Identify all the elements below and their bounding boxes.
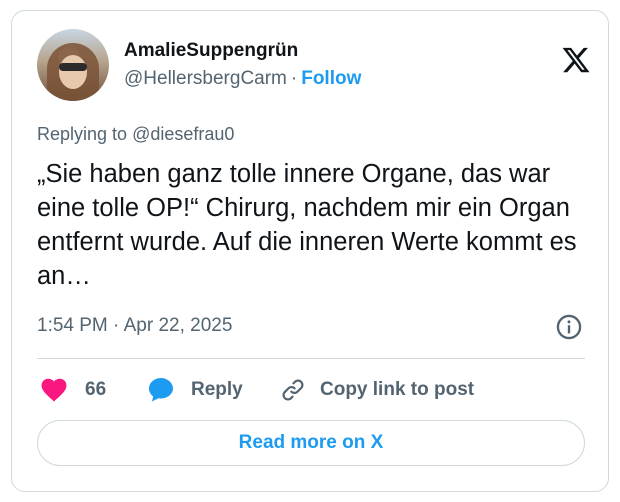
heart-icon (41, 378, 67, 402)
avatar[interactable] (37, 29, 109, 101)
author-display-name[interactable]: AmalieSuppengrün (124, 40, 298, 62)
read-more-button[interactable]: Read more on X (37, 420, 585, 466)
x-logo-icon[interactable] (560, 45, 592, 75)
author-handle[interactable]: @HellersbergCarm (124, 68, 287, 89)
like-count: 66 (85, 379, 107, 400)
reply-button[interactable]: Reply (147, 375, 243, 405)
reply-label: Reply (191, 379, 243, 400)
link-icon (282, 379, 304, 401)
post-text: „Sie haben ganz tolle innere Organe, das… (37, 160, 577, 290)
action-bar: 66 Reply Copy link to post (37, 375, 585, 405)
follow-button[interactable]: Follow (301, 68, 361, 89)
avatar-face (59, 55, 87, 89)
like-button[interactable]: 66 (41, 375, 106, 405)
post-timestamp[interactable]: 1:54 PM · Apr 22, 2025 (37, 315, 232, 337)
avatar-sunglasses (59, 63, 87, 71)
copy-link-label: Copy link to post (320, 379, 475, 400)
handle-separator: · (290, 68, 298, 89)
reply-context-mention[interactable]: @diesefrau0 (132, 124, 234, 144)
info-icon[interactable] (555, 313, 583, 341)
embedded-post-card: AmalieSuppengrün @HellersbergCarm · Follow… (11, 10, 609, 492)
reply-context: Replying to @diesefrau0 (37, 124, 234, 145)
speech-bubble-icon (149, 378, 173, 402)
divider (37, 358, 585, 359)
author-handle-row: @HellersbergCarm · Follow (124, 68, 361, 90)
reply-context-prefix: Replying to (37, 124, 128, 144)
copy-link-button[interactable]: Copy link to post (280, 375, 474, 405)
